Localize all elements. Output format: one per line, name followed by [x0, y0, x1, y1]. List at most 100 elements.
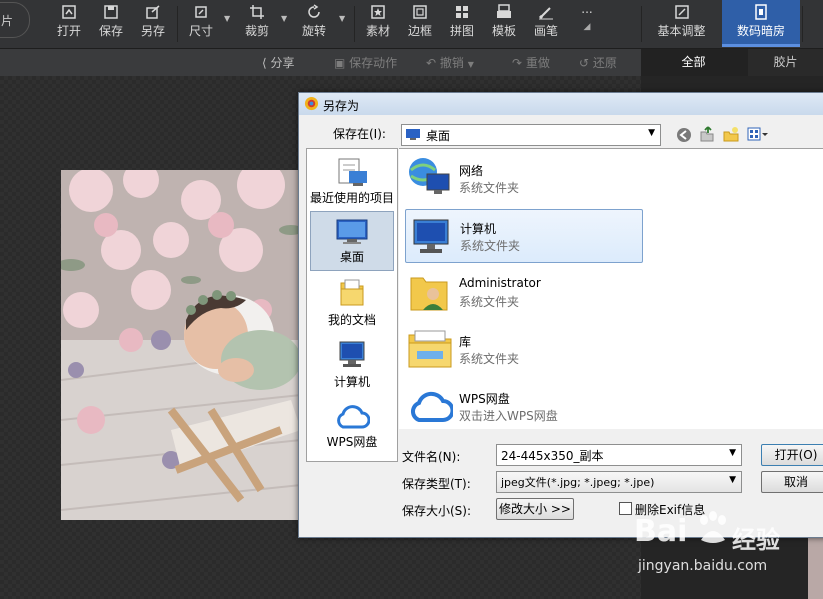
- list-item-wps-cloud[interactable]: WPS网盘 双击进入WPS网盘: [405, 380, 641, 432]
- save-label: 保存: [98, 24, 123, 38]
- resize-button[interactable]: 修改大小 >>: [496, 498, 574, 520]
- list-item-desc: 系统文件夹: [459, 295, 520, 309]
- list-item-computer[interactable]: 计算机 系统文件夹: [405, 209, 643, 263]
- user-folder-icon: [410, 277, 448, 311]
- undo-caret-icon: ▼: [467, 60, 474, 69]
- cancel-button[interactable]: 取消: [761, 471, 823, 493]
- template-button[interactable]: 模板: [488, 0, 520, 48]
- chevron-down-icon: ▼: [729, 475, 736, 485]
- open-label: 打开: [56, 24, 81, 38]
- save-as-label: 另存: [140, 24, 165, 38]
- app-logo-icon: [304, 96, 319, 111]
- filetype-select[interactable]: jpeg文件(*.jpg; *.jpeg; *.jpe) ▼: [496, 471, 742, 493]
- border-label: 边框: [407, 24, 432, 38]
- material-button[interactable]: 素材: [362, 0, 394, 48]
- list-item-library[interactable]: 库 系统文件夹: [405, 323, 641, 375]
- list-item-desc: 系统文件夹: [460, 239, 521, 253]
- tab-basic-adjust[interactable]: 基本调整: [643, 0, 720, 48]
- crop-button[interactable]: 裁剪: [240, 0, 274, 48]
- save-action-icon: ▣: [334, 56, 350, 70]
- border-button[interactable]: 边框: [404, 0, 436, 48]
- desktop-icon: [336, 219, 368, 244]
- paw-logo-icon: [700, 511, 726, 543]
- collage-button[interactable]: 拼图: [446, 0, 478, 48]
- list-item-administrator[interactable]: Administrator 系统文件夹: [405, 266, 641, 318]
- open-button[interactable]: 打开: [52, 0, 86, 48]
- tab-all[interactable]: 全部: [641, 49, 746, 76]
- crop-icon: [250, 5, 264, 19]
- open-icon: [62, 5, 76, 19]
- filename-value: 24-445x350_副本: [501, 449, 604, 463]
- save-in-select[interactable]: 桌面 ▼: [401, 124, 661, 146]
- new-folder-icon[interactable]: [723, 126, 739, 143]
- toolbar-divider: [354, 6, 355, 42]
- place-documents-label: 我的文档: [327, 313, 376, 327]
- place-documents[interactable]: 我的文档: [307, 277, 397, 328]
- save-button[interactable]: 保存: [94, 0, 128, 48]
- toolbar-divider: [641, 6, 642, 42]
- save-in-value: 桌面: [426, 129, 451, 143]
- network-icon: [409, 158, 450, 194]
- list-item-desc: 系统文件夹: [459, 181, 520, 195]
- restore-button[interactable]: ↺ 还原: [579, 54, 617, 71]
- undo-icon: ↶: [426, 56, 440, 70]
- tab-digital-darkroom[interactable]: 数码暗房: [722, 0, 800, 47]
- recent-items-icon: [338, 158, 367, 186]
- size-button[interactable]: 尺寸: [184, 0, 218, 48]
- place-desktop[interactable]: 桌面: [310, 211, 394, 271]
- share-label: 分享: [270, 56, 295, 70]
- place-computer-label: 计算机: [333, 375, 370, 389]
- redo-button[interactable]: ↷ 重做: [512, 54, 550, 71]
- save-in-label: 保存在(I):: [333, 127, 386, 141]
- filesize-label: 保存大小(S):: [402, 504, 472, 518]
- resize-icon: [195, 6, 207, 18]
- undo-button[interactable]: ↶ 撤销 ▼: [426, 54, 474, 71]
- border-icon: [413, 5, 427, 19]
- partial-tab[interactable]: 片: [0, 2, 30, 38]
- list-item-name: 网络: [459, 164, 484, 178]
- watermark-brand-cn: 经验: [732, 526, 780, 554]
- brush-button[interactable]: 画笔: [530, 0, 562, 48]
- rotate-dropdown-caret[interactable]: ▼: [339, 14, 345, 23]
- dialog-title: 另存为: [323, 99, 360, 113]
- computer-icon: [413, 219, 449, 253]
- up-folder-icon[interactable]: [699, 126, 715, 143]
- place-desktop-label: 桌面: [339, 250, 364, 264]
- tab-darkroom-label: 数码暗房: [736, 24, 785, 38]
- place-recent[interactable]: 最近使用的项目: [307, 157, 397, 206]
- size-dropdown-caret[interactable]: ▼: [224, 14, 230, 23]
- place-wps-label: WPS网盘: [326, 435, 378, 449]
- watermark-url: jingyan.baidu.com: [638, 558, 768, 574]
- restore-icon: ↺: [579, 56, 593, 70]
- list-item-name: 库: [459, 335, 472, 349]
- filetype-value: jpeg文件(*.jpg; *.jpeg; *.jpe): [501, 476, 655, 489]
- template-label: 模板: [491, 24, 516, 38]
- list-item-name: 计算机: [460, 222, 497, 236]
- crop-dropdown-caret[interactable]: ▼: [281, 14, 287, 23]
- more-button[interactable]: ... ◢: [572, 0, 602, 48]
- list-item-network[interactable]: 网络 系统文件夹: [405, 152, 641, 204]
- list-item-desc: 双击进入WPS网盘: [459, 409, 558, 423]
- main-toolbar: 片 打开 保存 另存 尺寸 ▼ 裁剪 ▼ 旋转 ▼ 素材 边框 拼图 模板 画笔…: [0, 0, 823, 49]
- darkroom-icon: [755, 4, 767, 20]
- place-wps-cloud[interactable]: WPS网盘: [307, 403, 397, 450]
- open-button[interactable]: 打开(O): [761, 444, 823, 466]
- undo-label: 撤销: [439, 56, 464, 70]
- dialog-titlebar[interactable]: 另存为: [299, 93, 823, 115]
- place-computer[interactable]: 计算机: [307, 339, 397, 390]
- filename-input[interactable]: 24-445x350_副本 ▼: [496, 444, 742, 466]
- back-icon[interactable]: [676, 127, 692, 143]
- share-button[interactable]: ⟨ 分享: [262, 54, 295, 71]
- partial-tab-label: 片: [1, 14, 14, 28]
- cloud-icon: [411, 391, 453, 422]
- brush-icon: [538, 7, 553, 20]
- view-menu-icon[interactable]: [747, 127, 769, 142]
- baidu-watermark: Bai 经验 jingyan.baidu.com: [630, 500, 820, 580]
- filetype-label: 保存类型(T):: [402, 477, 471, 491]
- save-as-button[interactable]: 另存: [136, 0, 170, 48]
- share-icon: ⟨: [262, 56, 271, 70]
- place-recent-label: 最近使用的项目: [309, 191, 394, 205]
- tab-film[interactable]: 胶片: [748, 49, 823, 76]
- save-action-button[interactable]: ▣ 保存动作: [334, 54, 397, 71]
- rotate-button[interactable]: 旋转: [297, 0, 331, 48]
